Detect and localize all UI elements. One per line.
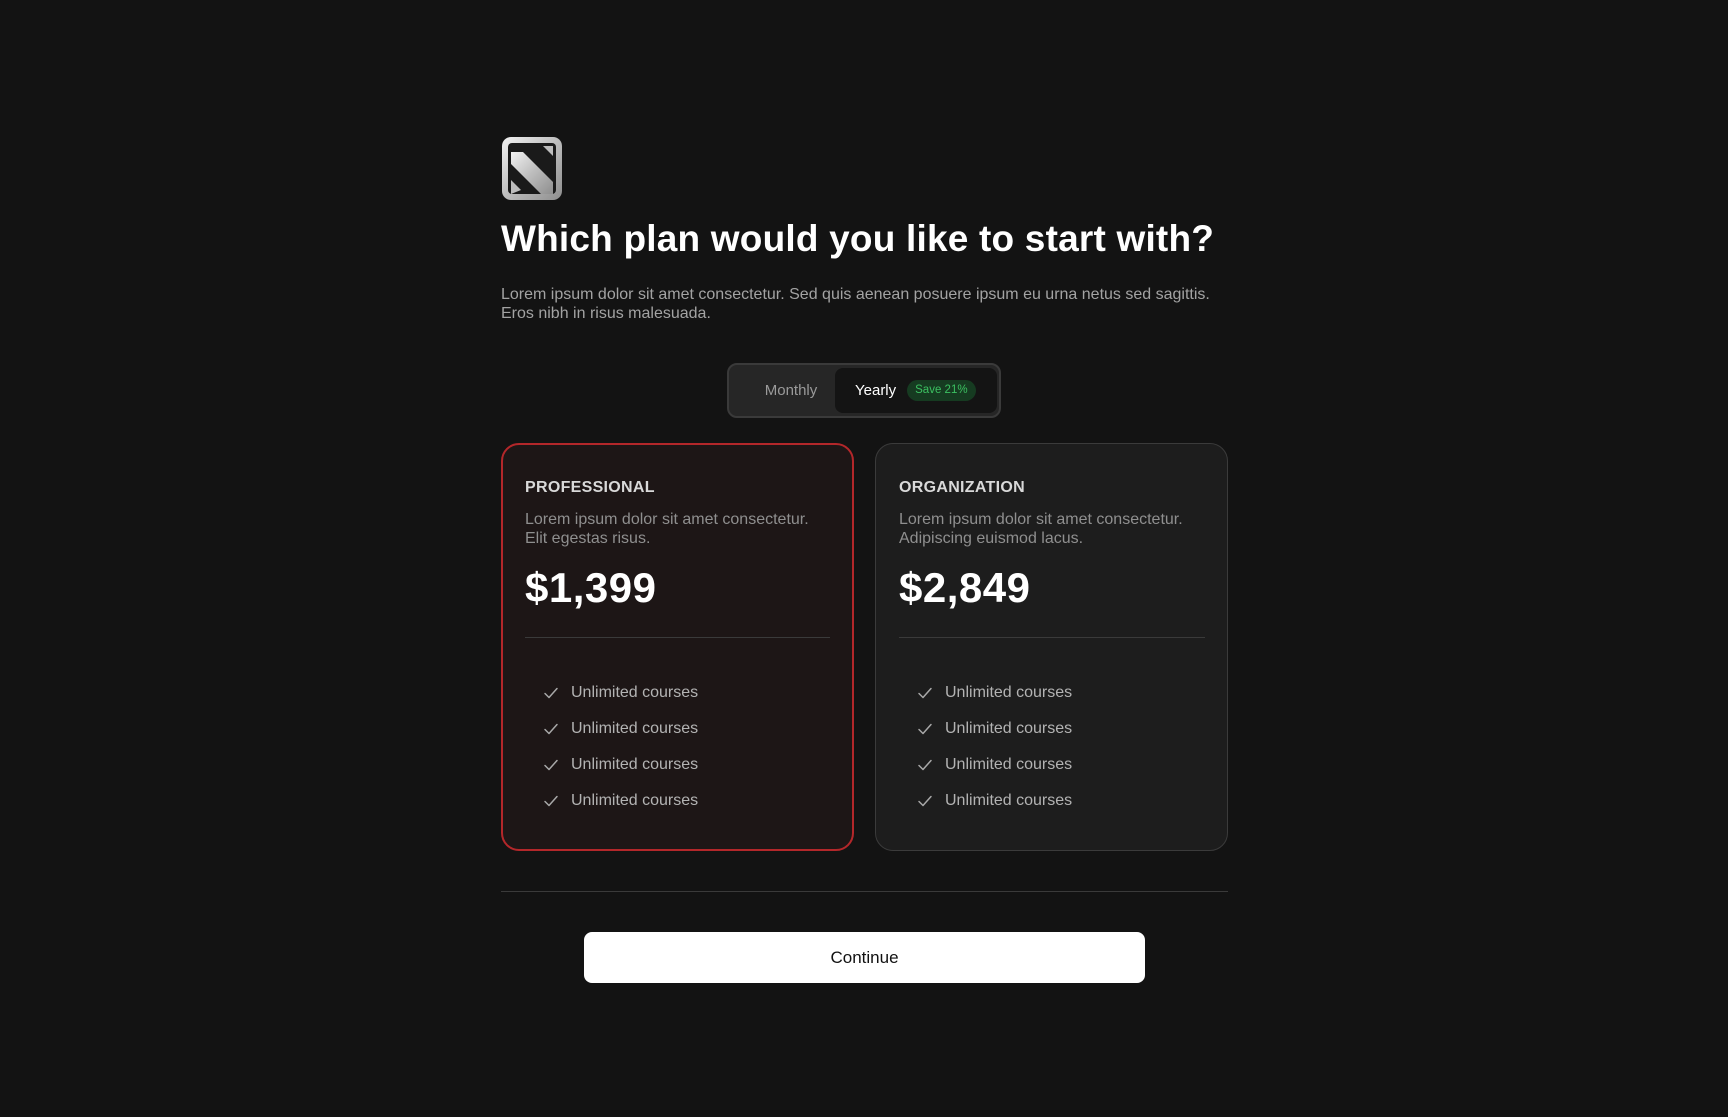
plan-description: Lorem ipsum dolor sit amet consectetur. … <box>899 511 1183 547</box>
plan-price: $2,849 <box>899 564 1031 611</box>
feature-label: Unlimited courses <box>945 684 1073 701</box>
plan-selection-page: Which plan would you like to start with?… <box>0 0 1728 1117</box>
check-icon <box>918 687 932 699</box>
feature-label: Unlimited courses <box>945 756 1073 773</box>
feature-item: Unlimited courses <box>543 675 830 711</box>
feature-label: Unlimited courses <box>945 720 1073 737</box>
card-divider <box>899 637 1205 638</box>
footer-divider <box>501 891 1228 892</box>
feature-item: Unlimited courses <box>543 711 830 747</box>
toggle-yearly-label: Yearly <box>855 382 897 399</box>
check-icon <box>918 723 932 735</box>
check-icon <box>918 795 932 807</box>
check-icon <box>544 687 558 699</box>
page-subtitle: Lorem ipsum dolor sit amet consectetur. … <box>501 286 1210 322</box>
continue-button[interactable]: Continue <box>584 932 1145 983</box>
feature-label: Unlimited courses <box>571 684 699 701</box>
feature-item: Unlimited courses <box>917 747 1205 783</box>
toggle-monthly[interactable]: Monthly <box>743 369 839 412</box>
feature-item: Unlimited courses <box>543 747 830 783</box>
plan-description: Lorem ipsum dolor sit amet consectetur. … <box>525 511 809 547</box>
feature-item: Unlimited courses <box>917 711 1205 747</box>
plan-card-professional[interactable]: PROFESSIONAL Lorem ipsum dolor sit amet … <box>501 443 854 851</box>
card-divider <box>525 637 830 638</box>
feature-label: Unlimited courses <box>571 720 699 737</box>
check-icon <box>544 723 558 735</box>
brand-logo-icon <box>501 136 563 201</box>
save-badge: Save 21% <box>907 380 976 401</box>
feature-list: Unlimited courses Unlimited courses Unli… <box>525 675 830 819</box>
plan-name: ORGANIZATION <box>899 479 1025 496</box>
feature-label: Unlimited courses <box>571 756 699 773</box>
plan-price: $1,399 <box>525 564 657 611</box>
toggle-yearly[interactable]: Yearly Save 21% <box>835 368 997 413</box>
toggle-monthly-label: Monthly <box>764 382 818 399</box>
feature-label: Unlimited courses <box>945 792 1073 809</box>
plan-card-organization[interactable]: ORGANIZATION Lorem ipsum dolor sit amet … <box>875 443 1228 851</box>
page-title: Which plan would you like to start with? <box>501 218 1215 259</box>
feature-list: Unlimited courses Unlimited courses Unli… <box>899 675 1205 819</box>
feature-label: Unlimited courses <box>571 792 699 809</box>
feature-item: Unlimited courses <box>917 675 1205 711</box>
feature-item: Unlimited courses <box>917 783 1205 819</box>
plan-name: PROFESSIONAL <box>525 479 655 496</box>
check-icon <box>918 759 932 771</box>
billing-period-toggle[interactable]: Monthly Yearly Save 21% <box>727 363 1001 418</box>
check-icon <box>544 795 558 807</box>
check-icon <box>544 759 558 771</box>
feature-item: Unlimited courses <box>543 783 830 819</box>
